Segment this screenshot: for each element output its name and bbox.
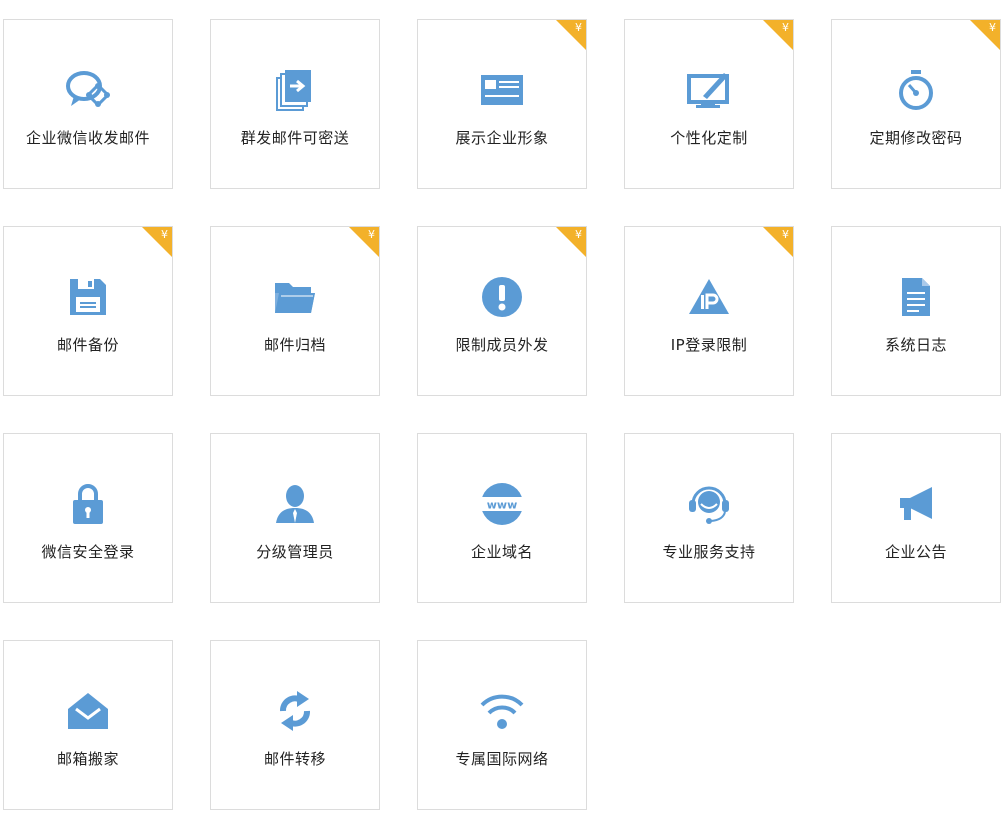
feature-label: 邮件备份 — [56, 336, 119, 354]
feature-tile-announcement[interactable]: 企业公告 — [831, 433, 1001, 603]
feature-tile-tiered-admin[interactable]: 分级管理员 — [210, 433, 380, 603]
yen-icon: ¥ — [782, 228, 789, 241]
www-globe-icon: www — [418, 482, 586, 526]
feature-label: 系统日志 — [884, 336, 947, 354]
feature-label: 专属国际网络 — [455, 750, 549, 768]
floppy-disk-icon — [4, 275, 172, 319]
yen-icon: ¥ — [575, 21, 582, 34]
ip-triangle-icon — [625, 275, 793, 319]
feature-label: 邮件归档 — [263, 336, 326, 354]
feature-label: 展示企业形象 — [455, 129, 549, 147]
feature-label: 群发邮件可密送 — [240, 129, 350, 147]
feature-grid: 企业微信收发邮件 群发邮件可密送 展示企业形象 ¥ 个性化定制 ¥ 定期修改密码… — [0, 0, 1005, 821]
feature-tile-international-network[interactable]: 专属国际网络 — [417, 640, 587, 810]
yen-icon: ¥ — [161, 228, 168, 241]
feature-tile-bulk-send[interactable]: 群发邮件可密送 — [210, 19, 380, 189]
business-card-icon — [418, 68, 586, 112]
feature-label: 微信安全登录 — [41, 543, 135, 561]
feature-tile-system-log[interactable]: 系统日志 — [831, 226, 1001, 396]
admin-user-icon — [211, 482, 379, 526]
feature-label: 邮件转移 — [263, 750, 326, 768]
feature-label: 企业域名 — [470, 543, 533, 561]
feature-label: 限制成员外发 — [455, 336, 549, 354]
feature-label: 定期修改密码 — [869, 129, 963, 147]
feature-label: 企业微信收发邮件 — [25, 129, 150, 147]
feature-label: 邮箱搬家 — [56, 750, 119, 768]
document-icon — [832, 275, 1000, 319]
wifi-icon — [418, 689, 586, 733]
wechat-mail-icon — [4, 68, 172, 112]
feature-tile-pro-support[interactable]: 专业服务支持 — [624, 433, 794, 603]
yen-icon: ¥ — [575, 228, 582, 241]
yen-icon: ¥ — [782, 21, 789, 34]
alert-icon — [418, 275, 586, 319]
feature-tile-wechat-mail[interactable]: 企业微信收发邮件 — [3, 19, 173, 189]
feature-label: 企业公告 — [884, 543, 947, 561]
feature-tile-business-card[interactable]: 展示企业形象 ¥ — [417, 19, 587, 189]
svg-text:www: www — [487, 499, 518, 512]
feature-tile-restrict-outbound[interactable]: 限制成员外发 ¥ — [417, 226, 587, 396]
feature-label: 专业服务支持 — [662, 543, 756, 561]
feature-tile-mailbox-migration[interactable]: 邮箱搬家 — [3, 640, 173, 810]
feature-tile-customization[interactable]: 个性化定制 ¥ — [624, 19, 794, 189]
feature-label: IP登录限制 — [670, 336, 748, 354]
mail-house-icon — [4, 689, 172, 733]
feature-tile-wechat-login[interactable]: 微信安全登录 — [3, 433, 173, 603]
folder-icon — [211, 275, 379, 319]
sync-arrows-icon — [211, 689, 379, 733]
feature-tile-mail-transfer[interactable]: 邮件转移 — [210, 640, 380, 810]
yen-icon: ¥ — [989, 21, 996, 34]
feature-label: 个性化定制 — [670, 129, 748, 147]
bulk-send-icon — [211, 68, 379, 112]
yen-icon: ¥ — [368, 228, 375, 241]
feature-tile-ip-restriction[interactable]: IP登录限制 ¥ — [624, 226, 794, 396]
megaphone-icon — [832, 482, 1000, 526]
feature-tile-password-change[interactable]: 定期修改密码 ¥ — [831, 19, 1001, 189]
feature-tile-enterprise-domain[interactable]: www 企业域名 — [417, 433, 587, 603]
monitor-pen-icon — [625, 68, 793, 112]
lock-icon — [4, 482, 172, 526]
feature-tile-mail-archive[interactable]: 邮件归档 ¥ — [210, 226, 380, 396]
feature-tile-mail-backup[interactable]: 邮件备份 ¥ — [3, 226, 173, 396]
feature-label: 分级管理员 — [256, 543, 334, 561]
headset-icon — [625, 482, 793, 526]
stopwatch-icon — [832, 68, 1000, 112]
